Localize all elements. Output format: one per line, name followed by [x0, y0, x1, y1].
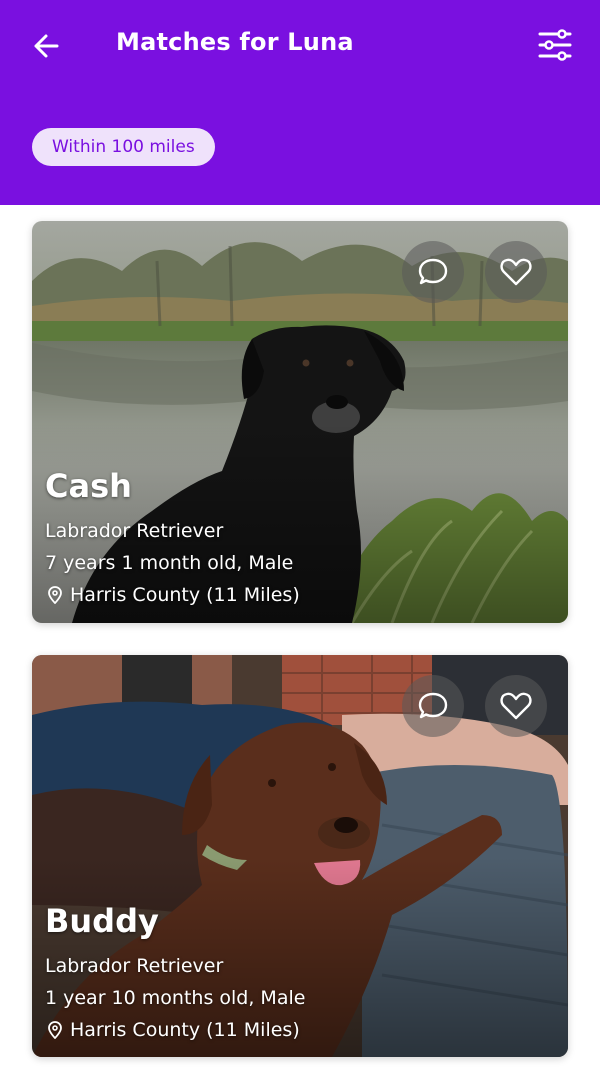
- location-pin-icon: [48, 586, 62, 604]
- dog-name: Cash: [45, 467, 132, 505]
- message-button[interactable]: [402, 241, 464, 303]
- dog-location-text: Harris County (11 Miles): [70, 584, 300, 606]
- chat-bubble-icon: [418, 258, 448, 285]
- message-button[interactable]: [402, 675, 464, 737]
- page-title: Matches for Luna: [116, 28, 354, 56]
- favorite-button[interactable]: [485, 675, 547, 737]
- dog-location-text: Harris County (11 Miles): [70, 1019, 300, 1041]
- heart-icon: [500, 692, 532, 720]
- chat-bubble-icon: [418, 692, 448, 719]
- dog-location: Harris County (11 Miles): [45, 1014, 305, 1046]
- match-card[interactable]: Cash Labrador Retriever 7 years 1 month …: [32, 221, 568, 623]
- dog-breed: Labrador Retriever: [45, 520, 224, 542]
- match-info: Buddy Labrador Retriever 1 year 10 month…: [45, 902, 305, 1046]
- arrow-left-icon: [34, 34, 59, 58]
- filter-button[interactable]: [530, 22, 580, 68]
- dog-location: Harris County (11 Miles): [45, 579, 300, 611]
- heart-icon: [500, 258, 532, 286]
- match-info: Cash Labrador Retriever 7 years 1 month …: [45, 467, 300, 611]
- sliders-icon: [538, 29, 572, 61]
- dog-breed: Labrador Retriever: [45, 955, 224, 977]
- dog-age-sex: 7 years 1 month old, Male: [45, 552, 294, 574]
- location-pin-icon: [48, 1021, 62, 1039]
- dog-age-sex: 1 year 10 months old, Male: [45, 987, 306, 1009]
- favorite-button[interactable]: [485, 241, 547, 303]
- app-header: Matches for Luna Within 100 miles: [0, 0, 600, 205]
- match-card[interactable]: Buddy Labrador Retriever 1 year 10 month…: [32, 655, 568, 1057]
- distance-filter-chip[interactable]: Within 100 miles: [32, 128, 215, 166]
- dog-name: Buddy: [45, 902, 159, 940]
- back-button[interactable]: [26, 26, 66, 66]
